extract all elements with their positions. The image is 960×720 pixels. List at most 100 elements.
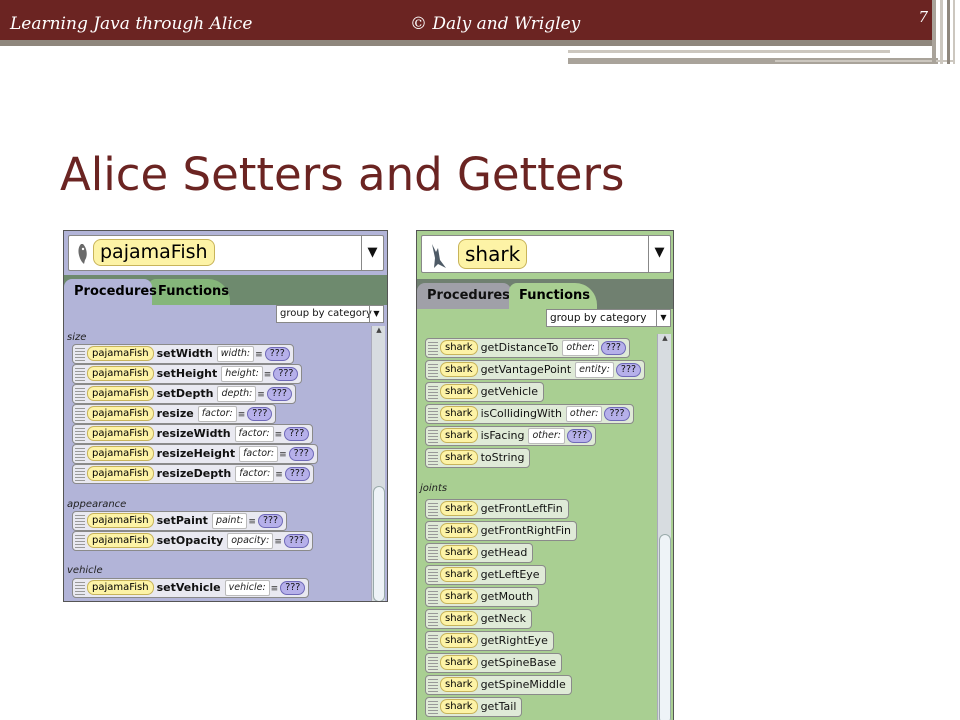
param-value[interactable]: ???	[283, 534, 310, 548]
category-label-appearance: appearance	[67, 499, 127, 510]
tile-getrighteye[interactable]: shark getRightEye	[425, 631, 554, 651]
param-label: other:	[562, 340, 599, 356]
tile-getspinebase[interactable]: shark getSpineBase	[425, 653, 563, 673]
param-value[interactable]: ???	[284, 467, 310, 481]
method-name: resizeHeight	[156, 447, 236, 460]
tile-iscollidingwith[interactable]: shark isCollidingWith other:???	[425, 404, 634, 424]
shark-icon	[426, 242, 448, 268]
scroll-thumb[interactable]	[659, 534, 671, 720]
tile-resizewidth[interactable]: pajamaFish resizeWidth factor: ≡???	[72, 424, 314, 444]
header-course-title: Learning Java through Alice	[10, 14, 253, 34]
drag-grip-icon	[428, 568, 438, 582]
category-label-vehicle: vehicle	[67, 565, 103, 576]
drag-grip-icon	[428, 385, 438, 399]
method-name: getRightEye	[480, 634, 548, 647]
param-value[interactable]: ???	[257, 514, 284, 528]
group-by-label: group by category	[280, 308, 372, 319]
tile-isfacing[interactable]: shark isFacing other:???	[425, 426, 597, 446]
param-label: paint:	[211, 513, 248, 529]
method-name: getNeck	[480, 612, 527, 625]
decor-line	[947, 0, 950, 64]
drag-grip-icon	[428, 451, 438, 465]
dropdown-arrow-icon[interactable]: ▼	[361, 236, 383, 270]
tile-getfrontrightfin[interactable]: shark getFrontRightFin	[425, 521, 577, 541]
scroll-up-icon[interactable]: ▲	[374, 326, 384, 334]
drag-grip-icon	[75, 347, 85, 361]
tab-procedures[interactable]: Procedures	[417, 283, 511, 309]
dropdown-arrow-icon[interactable]: ▼	[648, 236, 670, 272]
param-value[interactable]: ???	[280, 581, 306, 595]
method-name: getVehicle	[480, 385, 538, 398]
param-value[interactable]: ???	[615, 363, 642, 377]
decor-line	[932, 0, 936, 64]
tile-gethead[interactable]: shark getHead	[425, 543, 534, 563]
tile-setopacity[interactable]: pajamaFish setOpacity opacity: ≡???	[72, 531, 314, 551]
tile-getspinemiddle[interactable]: shark getSpineMiddle	[425, 675, 572, 695]
tile-setvehicle[interactable]: pajamaFish setVehicle vehicle: ≡???	[72, 578, 310, 598]
param-value[interactable]: ???	[273, 367, 299, 381]
tab-functions[interactable]: Functions	[148, 279, 230, 305]
menu-lines-icon: ≡	[257, 390, 265, 400]
page-number: 7	[918, 8, 928, 26]
tile-setpaint[interactable]: pajamaFish setPaint paint: ≡???	[72, 511, 288, 531]
receiver-chip: shark	[440, 450, 478, 465]
param-label: factor:	[197, 406, 237, 422]
tile-setheight[interactable]: pajamaFish setHeight height: ≡???	[72, 364, 303, 384]
decor-line	[940, 0, 943, 64]
drag-grip-icon	[75, 514, 85, 528]
decor-line	[775, 60, 955, 62]
tile-resize[interactable]: pajamaFish resize factor: ≡???	[72, 404, 277, 424]
tile-resizeheight[interactable]: pajamaFish resizeHeight factor: ≡???	[72, 444, 318, 464]
tile-resizedepth[interactable]: pajamaFish resizeDepth factor: ≡???	[72, 464, 314, 484]
param-value[interactable]: ???	[567, 429, 593, 443]
tab-functions[interactable]: Functions	[509, 283, 597, 309]
category-label-joints: joints	[420, 483, 448, 494]
tab-procedures[interactable]: Procedures	[64, 279, 157, 305]
receiver-chip: shark	[440, 677, 478, 692]
receiver-chip: shark	[440, 611, 478, 626]
param-value[interactable]: ???	[247, 407, 273, 421]
tile-getlefteye[interactable]: shark getLeftEye	[425, 565, 546, 585]
object-selector[interactable]: shark ▼	[421, 235, 671, 273]
param-value[interactable]: ???	[264, 347, 290, 361]
scroll-up-icon[interactable]: ▲	[660, 334, 670, 342]
receiver-chip: pajamaFish	[87, 346, 154, 361]
tile-getneck[interactable]: shark getNeck	[425, 609, 533, 629]
receiver-chip: pajamaFish	[87, 366, 154, 381]
method-name: resize	[156, 407, 194, 420]
param-value[interactable]: ???	[600, 341, 626, 355]
drag-grip-icon	[428, 502, 438, 516]
tile-setdepth[interactable]: pajamaFish setDepth depth: ≡???	[72, 384, 296, 404]
receiver-chip: pajamaFish	[87, 513, 154, 528]
scrollbar[interactable]: ▲	[371, 326, 385, 601]
menu-lines-icon: ≡	[237, 410, 246, 420]
receiver-chip: shark	[440, 567, 478, 582]
method-name: getHead	[480, 546, 528, 559]
method-name: resizeDepth	[156, 467, 232, 480]
param-value[interactable]: ???	[266, 387, 292, 401]
receiver-chip: pajamaFish	[87, 446, 154, 461]
method-name: setHeight	[156, 367, 218, 380]
object-selector[interactable]: pajamaFish ▼	[68, 235, 384, 271]
tile-getvehicle[interactable]: shark getVehicle	[425, 382, 544, 402]
param-value[interactable]: ???	[604, 407, 630, 421]
tile-getmouth[interactable]: shark getMouth	[425, 587, 540, 607]
drag-grip-icon	[75, 367, 85, 381]
tile-setwidth[interactable]: pajamaFish setWidth width: ≡???	[72, 344, 294, 364]
group-by-dropdown[interactable]: group by category ▼	[546, 309, 671, 327]
group-by-dropdown[interactable]: group by category ▼	[276, 305, 384, 323]
tile-getvantagepoint[interactable]: shark getVantagePoint entity:???	[425, 360, 646, 380]
drag-grip-icon	[428, 341, 438, 355]
scrollbar[interactable]: ▲	[657, 334, 671, 720]
tile-getfrontleftfin[interactable]: shark getFrontLeftFin	[425, 499, 569, 519]
tile-tostring[interactable]: shark toString	[425, 448, 531, 468]
drag-grip-icon	[428, 700, 438, 714]
tile-gettail[interactable]: shark getTail	[425, 697, 523, 717]
receiver-chip: shark	[440, 501, 478, 516]
drag-grip-icon	[428, 634, 438, 648]
scroll-thumb[interactable]	[373, 486, 385, 601]
param-value[interactable]: ???	[284, 427, 310, 441]
receiver-chip: shark	[440, 406, 478, 421]
tile-getdistanceto[interactable]: shark getDistanceTo other:???	[425, 338, 630, 358]
param-value[interactable]: ???	[288, 447, 314, 461]
